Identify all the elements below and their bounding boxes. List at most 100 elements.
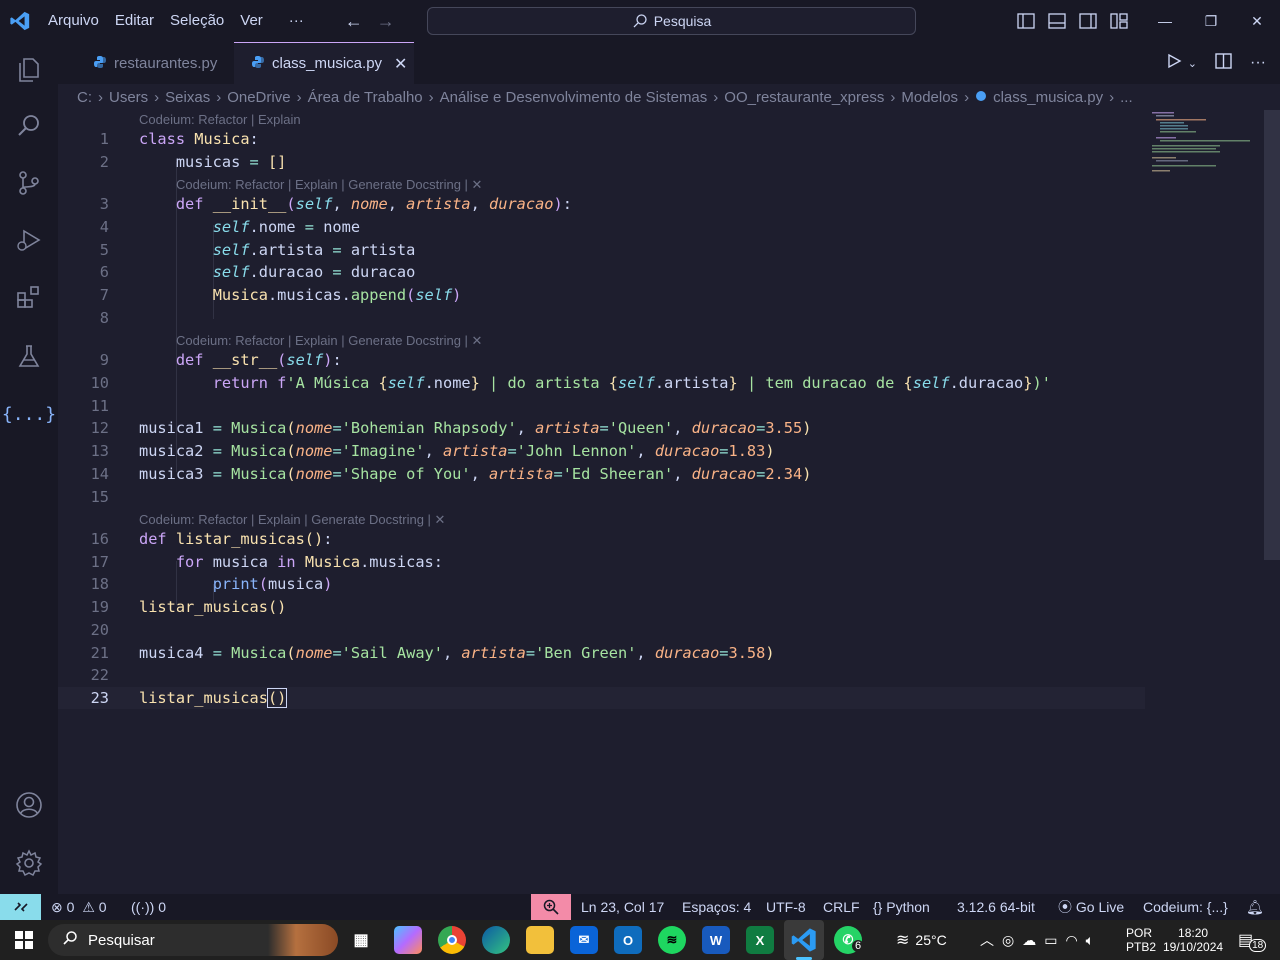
breadcrumb-item[interactable]: Users (109, 89, 148, 106)
customize-layout-icon[interactable] (1103, 0, 1134, 42)
tab-restaurantes[interactable]: restaurantes.py (76, 42, 236, 84)
line-number: 4 (99, 218, 109, 236)
run-python-file-icon[interactable] (1166, 53, 1182, 74)
battery-icon[interactable]: ▭ (1044, 932, 1057, 949)
breadcrumb-item[interactable]: Modelos (901, 89, 958, 106)
run-debug-icon[interactable] (12, 223, 46, 257)
explorer-icon[interactable] (12, 52, 46, 86)
broadcast-icon: ⦿ (1058, 899, 1072, 915)
line-number: 21 (90, 644, 109, 662)
minimap[interactable] (1150, 112, 1260, 172)
search-view-icon[interactable] (12, 109, 46, 143)
line-number: 14 (90, 465, 109, 483)
menu-editar[interactable]: Editar (107, 0, 162, 42)
chevron-up-icon[interactable]: ︿ (980, 930, 994, 950)
menu-selecao[interactable]: Seleção (162, 0, 232, 42)
breadcrumb-item[interactable]: C: (77, 89, 92, 106)
more-actions-icon[interactable]: ··· (1250, 54, 1266, 72)
codeium-status[interactable]: Codeium: {...} (1143, 894, 1228, 920)
ports-indicator[interactable]: ((·)) 0 (131, 894, 166, 920)
cursor-position[interactable]: Ln 23, Col 17 (581, 894, 664, 920)
vscode-logo-icon[interactable] (0, 0, 40, 42)
wind-icon: ≋ (896, 932, 910, 949)
menu-arquivo[interactable]: Arquivo (40, 0, 107, 42)
python-interpreter[interactable]: 3.12.6 64-bit (957, 894, 1035, 920)
excel-icon[interactable]: X (746, 926, 774, 954)
clock[interactable]: 18:20 19/10/2024 (1163, 920, 1223, 960)
tab-close-icon[interactable]: ✕ (394, 54, 407, 74)
go-live-button[interactable]: ⦿ Go Live (1058, 894, 1124, 920)
close-window-icon[interactable]: ✕ (1234, 0, 1280, 42)
language-label: Python (886, 899, 930, 915)
notification-center[interactable]: ▤ 18 (1238, 920, 1267, 960)
volume-icon[interactable]: 🔈︎ (1086, 932, 1094, 949)
source-control-icon[interactable] (12, 166, 46, 200)
title-bar: Arquivo Editar Seleção Ver ··· ← → Pesqu… (0, 0, 1280, 42)
toggle-secondary-sidebar-icon[interactable] (1072, 0, 1103, 42)
code-editor[interactable]: Codeium: Refactor | Explain 1 class Music… (58, 110, 1264, 894)
windows-start-icon[interactable] (15, 931, 33, 952)
minimize-icon[interactable]: — (1142, 0, 1188, 42)
notifications-bell-icon[interactable]: 🔔︎ (1246, 894, 1264, 920)
line-number: 10 (90, 374, 109, 392)
python-file-icon (94, 55, 106, 72)
onedrive-icon[interactable]: ☁ (1022, 932, 1036, 949)
spotify-icon[interactable]: ≋ (658, 926, 686, 954)
menu-ver[interactable]: Ver (232, 0, 271, 42)
back-arrow-icon[interactable]: ← (338, 11, 370, 32)
line-number: 5 (99, 241, 109, 259)
toggle-panel-icon[interactable] (1041, 0, 1072, 42)
settings-gear-icon[interactable] (12, 846, 46, 880)
breadcrumb-item[interactable]: OneDrive (227, 89, 290, 106)
copilot-icon[interactable] (394, 926, 422, 954)
breadcrumb-item[interactable]: ... (1120, 89, 1133, 106)
taskbar-search[interactable]: Pesquisar (48, 924, 338, 956)
vscode-taskbar-button[interactable] (784, 920, 824, 960)
input-language[interactable]: POR PTB2 (1126, 920, 1156, 960)
testing-flask-icon[interactable] (12, 339, 46, 373)
code-line: 5 self.artista = artista (58, 239, 1145, 261)
clock-date: 19/10/2024 (1163, 940, 1224, 954)
command-center-search[interactable]: Pesquisa (427, 7, 916, 35)
breadcrumb-item[interactable]: OO_restaurante_xpress (724, 89, 884, 106)
encoding[interactable]: UTF-8 (766, 894, 806, 920)
breadcrumb-item[interactable]: Área de Trabalho (308, 89, 423, 106)
restore-icon[interactable]: ❐ (1188, 0, 1234, 42)
meet-now-icon[interactable]: ◎ (1002, 932, 1014, 949)
language-mode[interactable]: {} Python (873, 894, 930, 920)
extensions-icon[interactable] (12, 280, 46, 314)
line-number: 19 (90, 598, 109, 616)
chrome-icon[interactable] (438, 926, 466, 954)
tab-class-musica[interactable]: class_musica.py ✕ (234, 42, 414, 84)
search-icon (62, 930, 78, 950)
weather-widget[interactable]: ≋ 25°C (896, 920, 947, 960)
indentation[interactable]: Espaços: 4 (682, 894, 751, 920)
breadcrumb-item[interactable]: Análise e Desenvolvimento de Sistemas (440, 89, 708, 106)
split-editor-icon[interactable] (1215, 52, 1232, 74)
zoom-icon[interactable] (531, 894, 571, 920)
line-number: 7 (99, 286, 109, 304)
wifi-icon[interactable]: ◠ (1065, 932, 1077, 949)
problems-indicator[interactable]: ⊗ 0 ⚠ 0 (51, 894, 107, 920)
account-icon[interactable] (12, 788, 46, 822)
python-file-icon (975, 89, 987, 106)
end-of-line[interactable]: CRLF (823, 894, 860, 920)
vertical-scrollbar[interactable] (1264, 110, 1280, 560)
breadcrumb-item[interactable]: Seixas (165, 89, 210, 106)
code-line: 2 musicas = [] (58, 151, 1145, 173)
toggle-sidebar-icon[interactable] (1010, 0, 1041, 42)
remote-indicator-icon[interactable] (0, 894, 41, 920)
edge-icon[interactable] (482, 926, 510, 954)
line-number: 1 (99, 130, 109, 148)
task-view-icon[interactable]: ▦ (347, 926, 375, 954)
codeium-braces-icon[interactable]: {...} (2, 397, 56, 431)
breadcrumb-item[interactable]: class_musica.py (993, 89, 1103, 106)
menu-more[interactable]: ··· (281, 0, 312, 42)
file-explorer-icon[interactable] (526, 926, 554, 954)
chevron-down-icon[interactable]: ⌄ (1188, 57, 1197, 70)
mail-icon[interactable]: ✉ (570, 926, 598, 954)
outlook-icon[interactable]: O (614, 926, 642, 954)
code-line: 12 musica1 = Musica(nome='Bohemian Rhapso… (58, 417, 1145, 439)
word-icon[interactable]: W (702, 926, 730, 954)
forward-arrow-icon[interactable]: → (370, 11, 402, 32)
